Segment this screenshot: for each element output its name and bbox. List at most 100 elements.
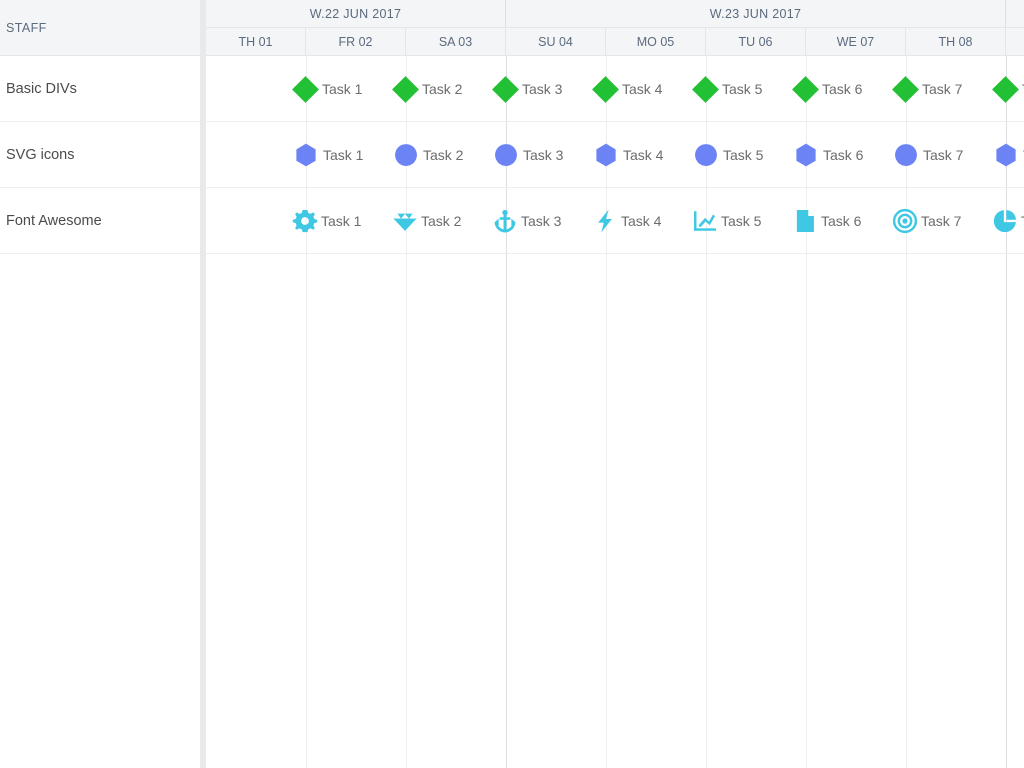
day-header-cell[interactable]: MO 05 bbox=[606, 28, 706, 56]
hexagon-icon[interactable] bbox=[592, 141, 620, 169]
day-header-cell[interactable]: WE 07 bbox=[806, 28, 906, 56]
task-label: Task 3 bbox=[521, 213, 562, 229]
staff-row[interactable]: SVG icons bbox=[0, 122, 200, 188]
task-item[interactable]: Task 4 bbox=[592, 56, 662, 122]
column-splitter-handle[interactable] bbox=[200, 0, 206, 768]
hexagon-icon[interactable] bbox=[992, 141, 1020, 169]
diamond-icon[interactable] bbox=[992, 75, 1019, 103]
day-header-cell[interactable]: FR 02 bbox=[306, 28, 406, 56]
timeline-task-row: Task 1 Task 2 Task 3 Task 4 Task 5 Task 6 Task… bbox=[206, 188, 1024, 254]
task-label: Task 6 bbox=[823, 147, 864, 163]
task-item[interactable]: Task 4 bbox=[592, 188, 661, 254]
task-label: Task 1 bbox=[323, 147, 364, 163]
day-header-cell[interactable]: TH 01 bbox=[206, 28, 306, 56]
task-label: Task 7 bbox=[922, 81, 963, 97]
task-item[interactable]: Task 3 bbox=[492, 122, 563, 188]
timeline-task-row: Task 1 Task 2 Task 3 Task 4 Task 5 Task 6 Task… bbox=[206, 56, 1024, 122]
task-item[interactable]: Task 3 bbox=[492, 56, 562, 122]
diamond-icon[interactable] bbox=[292, 75, 319, 103]
staff-column-header: STAFF bbox=[0, 0, 200, 56]
timeline-grid-body: Task 1 Task 2 Task 3 Task 4 Task 5 Task 6 Task… bbox=[206, 56, 1024, 768]
task-label: Task 7 bbox=[923, 147, 964, 163]
diamond-shape bbox=[892, 75, 919, 103]
task-item[interactable]: Task 6 bbox=[792, 56, 862, 122]
task-label: Task 5 bbox=[722, 81, 763, 97]
task-label: Task 5 bbox=[723, 147, 764, 163]
diamond-icon[interactable] bbox=[892, 75, 919, 103]
day-header-cell[interactable]: SA 03 bbox=[406, 28, 506, 56]
task-item[interactable]: Task 5 bbox=[692, 122, 763, 188]
task-label: Task 6 bbox=[821, 213, 862, 229]
task-item[interactable]: Task 8 bbox=[992, 122, 1024, 188]
task-item[interactable]: Task 7 bbox=[892, 122, 963, 188]
bullseye-icon[interactable] bbox=[892, 208, 918, 234]
task-label: Task 2 bbox=[421, 213, 462, 229]
staff-row[interactable]: Basic DIVs bbox=[0, 56, 200, 122]
task-item[interactable]: Task 6 bbox=[792, 188, 861, 254]
day-header-cell[interactable]: SU 04 bbox=[506, 28, 606, 56]
task-item[interactable]: Task 8 bbox=[992, 56, 1024, 122]
task-label: Task 5 bbox=[721, 213, 762, 229]
task-item[interactable]: Task 2 bbox=[392, 188, 461, 254]
task-label: Task 3 bbox=[523, 147, 564, 163]
gear-icon[interactable] bbox=[292, 208, 318, 234]
task-label: Task 1 bbox=[322, 81, 363, 97]
bolt-icon[interactable] bbox=[592, 208, 618, 234]
file-icon[interactable] bbox=[792, 208, 818, 234]
day-header-row: TH 01 FR 02 SA 03 SU 04 MO 05 TU 06 WE 07 TH 08 bbox=[206, 28, 1024, 56]
task-label: Task 1 bbox=[321, 213, 362, 229]
task-item[interactable]: Task 5 bbox=[692, 56, 762, 122]
gem-icon[interactable] bbox=[392, 208, 418, 234]
week-header-cell[interactable] bbox=[1006, 0, 1024, 28]
task-item[interactable]: Task 1 bbox=[292, 122, 363, 188]
task-item[interactable]: Task 7 bbox=[892, 56, 962, 122]
staff-column: STAFF Basic DIVs SVG icons Font Awesome bbox=[0, 0, 200, 768]
diamond-shape bbox=[592, 75, 619, 103]
task-item[interactable]: Task 5 bbox=[692, 188, 761, 254]
task-item[interactable]: Task 2 bbox=[392, 56, 462, 122]
week-header-cell[interactable]: W.23 JUN 2017 bbox=[506, 0, 1006, 28]
diamond-icon[interactable] bbox=[792, 75, 819, 103]
staff-row-list: Basic DIVs SVG icons Font Awesome bbox=[0, 56, 200, 254]
circle-icon[interactable] bbox=[492, 141, 520, 169]
task-item[interactable]: Task 6 bbox=[792, 122, 863, 188]
diamond-icon[interactable] bbox=[392, 75, 419, 103]
week-header-cell[interactable]: W.22 JUN 2017 bbox=[206, 0, 506, 28]
staff-column-header-label: STAFF bbox=[6, 20, 47, 35]
line-chart-icon[interactable] bbox=[692, 208, 718, 234]
circle-icon[interactable] bbox=[392, 141, 420, 169]
circle-icon[interactable] bbox=[892, 141, 920, 169]
diamond-shape bbox=[492, 75, 519, 103]
task-label: Task 7 bbox=[921, 213, 962, 229]
day-header-cell[interactable]: TH 08 bbox=[906, 28, 1006, 56]
task-label: Task 4 bbox=[621, 213, 662, 229]
day-header-cell[interactable]: TU 06 bbox=[706, 28, 806, 56]
diamond-shape bbox=[692, 75, 719, 103]
task-item[interactable]: Task 3 bbox=[492, 188, 561, 254]
task-item[interactable]: Task 8 bbox=[992, 188, 1024, 254]
diamond-shape bbox=[992, 75, 1019, 103]
day-header-cell[interactable] bbox=[1006, 28, 1024, 56]
anchor-icon[interactable] bbox=[492, 208, 518, 234]
week-header-row: W.22 JUN 2017 W.23 JUN 2017 bbox=[206, 0, 1024, 28]
task-item[interactable]: Task 1 bbox=[292, 56, 362, 122]
task-item[interactable]: Task 1 bbox=[292, 188, 361, 254]
diamond-icon[interactable] bbox=[492, 75, 519, 103]
pie-chart-icon[interactable] bbox=[992, 208, 1018, 234]
diamond-shape bbox=[792, 75, 819, 103]
diamond-icon[interactable] bbox=[592, 75, 619, 103]
task-item[interactable]: Task 2 bbox=[392, 122, 463, 188]
row-separator-line bbox=[206, 253, 1024, 254]
task-label: Task 3 bbox=[522, 81, 563, 97]
hexagon-icon[interactable] bbox=[792, 141, 820, 169]
hexagon-icon[interactable] bbox=[292, 141, 320, 169]
diamond-shape bbox=[292, 75, 319, 103]
task-item[interactable]: Task 4 bbox=[592, 122, 663, 188]
task-label: Task 2 bbox=[422, 81, 463, 97]
timeline-task-row: Task 1 Task 2 Task 3 Task 4 Task 5 Task 6 Task… bbox=[206, 122, 1024, 188]
diamond-icon[interactable] bbox=[692, 75, 719, 103]
timeline-area: W.22 JUN 2017 W.23 JUN 2017 TH 01 FR 02 SA … bbox=[206, 0, 1024, 768]
staff-row[interactable]: Font Awesome bbox=[0, 188, 200, 254]
circle-icon[interactable] bbox=[692, 141, 720, 169]
task-item[interactable]: Task 7 bbox=[892, 188, 961, 254]
